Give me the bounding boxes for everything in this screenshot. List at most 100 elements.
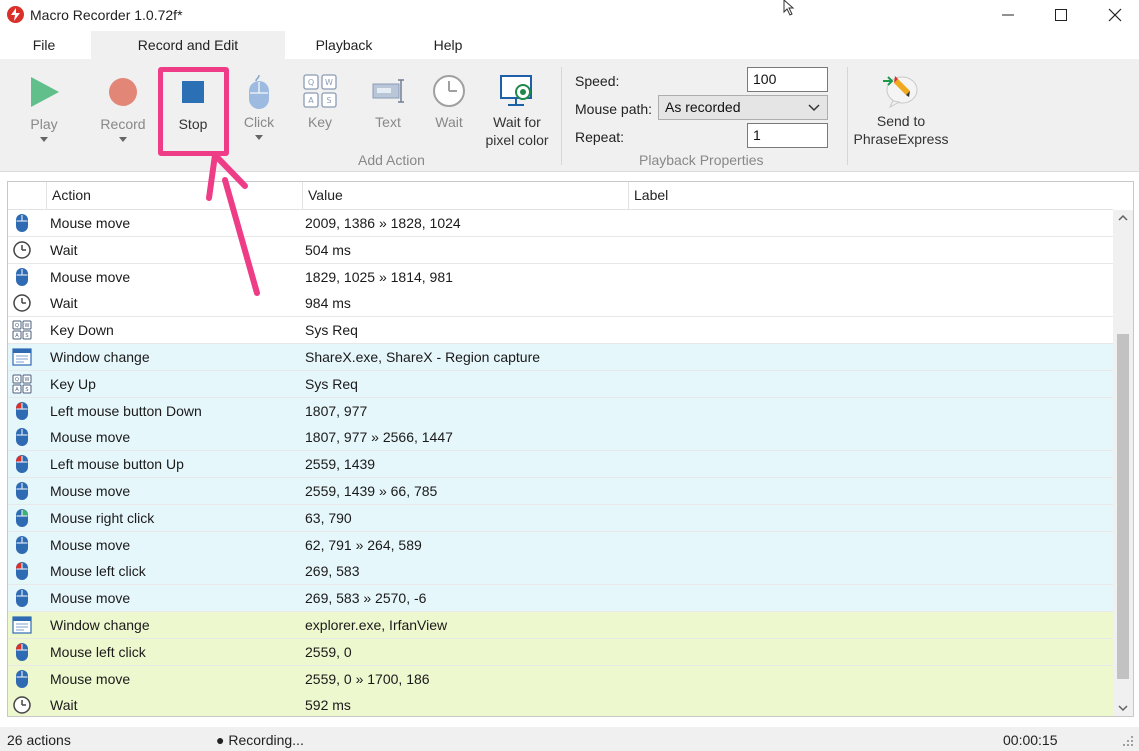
window-icon [12,347,32,367]
table-row[interactable]: Window change explorer.exe, IrfanView [8,612,1113,639]
key-button[interactable]: QWAS Key [298,73,342,131]
row-action: Mouse move [50,670,131,687]
chevron-down-icon [40,137,48,142]
table-row[interactable]: Mouse move 2559, 1439 » 66, 785 [8,478,1113,505]
table-row[interactable]: Left mouse button Up 2559, 1439 [8,451,1113,479]
menu-bar: File Record and Edit Playback Help [0,31,1139,59]
column-header-value[interactable]: Value [302,182,628,209]
table-row[interactable]: Wait 592 ms [8,692,1113,716]
table-row[interactable]: Q W A S Key Down Sys Req [8,317,1113,345]
minimize-button[interactable] [985,0,1031,30]
title-bar: Macro Recorder 1.0.72f* [0,0,1139,30]
clock-icon [12,695,32,715]
scroll-up-icon[interactable] [1113,210,1133,227]
row-value: 2559, 1439 [305,456,376,473]
click-button[interactable]: Click [236,73,282,140]
row-action: Key Up [50,375,96,392]
row-action: Window change [50,349,150,365]
text-button[interactable]: Text [366,73,410,131]
table-row[interactable]: Mouse move 269, 583 » 2570, -6 [8,585,1113,613]
record-button[interactable]: Record [97,75,149,142]
tab-file[interactable]: File [0,31,88,59]
table-row[interactable]: Mouse move 2009, 1386 » 1828, 1024 [8,210,1113,237]
row-value: explorer.exe, IrfanView [305,617,448,633]
add-action-group-label: Add Action [358,152,425,168]
row-value: 62, 791 » 264, 589 [305,536,422,553]
status-bar: 26 actions ● Recording... 00:00:15 [0,727,1139,751]
wait-for-pixel-color-button[interactable]: Wait for pixel color [482,73,552,149]
row-value: 592 ms [305,697,351,714]
keys-icon: QWAS [303,74,337,108]
table-row[interactable]: Mouse move 62, 791 » 264, 589 [8,531,1113,559]
tab-record-and-edit[interactable]: Record and Edit [91,31,285,59]
maximize-button[interactable] [1038,0,1084,30]
row-value: 2559, 0 [305,643,352,660]
scroll-down-icon[interactable] [1113,699,1133,716]
playback-properties-group-label: Playback Properties [639,152,764,168]
actions-count: 26 actions [7,732,71,748]
table-row[interactable]: Mouse move 1829, 1025 » 1814, 981 [8,263,1113,291]
mouse-left-icon [12,401,32,421]
clock-icon [12,240,32,260]
table-row[interactable]: Mouse move 1807, 977 » 2566, 1447 [8,424,1113,452]
mouse-left-icon [12,642,32,662]
annotation-arrow-icon [206,152,260,296]
table-row[interactable]: Mouse right click 63, 790 [8,504,1113,532]
play-button[interactable]: Play [18,75,70,142]
ribbon-separator [561,67,562,165]
table-row[interactable]: Mouse left click 2559, 0 [8,638,1113,666]
mouse-icon [12,535,32,555]
mouse-path-label: Mouse path: [575,101,653,117]
table-row[interactable]: Left mouse button Down 1807, 977 [8,397,1113,425]
table-row[interactable]: Q W A S Key Up Sys Req [8,370,1113,398]
tab-help[interactable]: Help [405,31,491,59]
row-value: 1807, 977 » 2566, 1447 [305,429,453,446]
mouse-path-select[interactable]: As recorded [658,95,828,120]
chevron-down-icon [255,135,263,140]
row-action: Mouse move [50,215,131,231]
ribbon-separator [847,67,848,165]
row-action: Mouse right click [50,509,155,526]
speed-input[interactable]: 100 [747,67,828,92]
table-row[interactable]: Mouse move 2559, 0 » 1700, 186 [8,665,1113,693]
window-icon [12,615,32,635]
row-value: 63, 790 [305,509,352,526]
svg-text:W: W [325,78,333,87]
table-row[interactable]: Wait 984 ms [8,290,1113,318]
row-value: 269, 583 » 2570, -6 [305,590,427,607]
row-value: 269, 583 [305,563,360,580]
row-action: Wait [50,295,78,312]
table-row[interactable]: Wait 504 ms [8,236,1113,264]
mouse-icon [12,427,32,447]
column-header-label[interactable]: Label [628,182,1113,209]
svg-text:S: S [25,387,28,393]
play-icon [31,77,59,107]
vertical-scrollbar[interactable] [1113,210,1133,716]
row-action: Mouse move [50,429,131,446]
svg-text:Q: Q [15,323,19,329]
keys-icon: QWAS [12,374,32,394]
row-value: 2559, 0 » 1700, 186 [305,670,430,687]
close-button[interactable] [1092,0,1138,30]
stop-highlight-box [158,67,229,156]
row-value: Sys Req [305,322,358,339]
row-action: Mouse left click [50,563,146,580]
app-logo-icon [7,6,24,23]
clock-icon [12,293,32,313]
send-to-phraseexpress-button[interactable]: Send to PhraseExpress [852,71,950,148]
scrollbar-thumb[interactable] [1117,334,1129,679]
resize-grip-icon[interactable] [1122,735,1134,747]
chevron-down-icon [808,104,820,112]
svg-text:W: W [25,377,30,383]
mouse-left-icon [12,454,32,474]
tab-playback[interactable]: Playback [290,31,398,59]
window-title: Macro Recorder 1.0.72f* [30,7,183,23]
row-value: Sys Req [305,375,358,392]
repeat-input[interactable]: 1 [747,123,828,148]
table-row[interactable]: Mouse left click 269, 583 [8,558,1113,586]
mouse-icon [12,213,32,233]
svg-text:A: A [308,96,314,105]
table-row[interactable]: Window change ShareX.exe, ShareX - Region… [8,344,1113,371]
row-action: Mouse move [50,483,131,499]
wait-button[interactable]: Wait [427,73,471,131]
